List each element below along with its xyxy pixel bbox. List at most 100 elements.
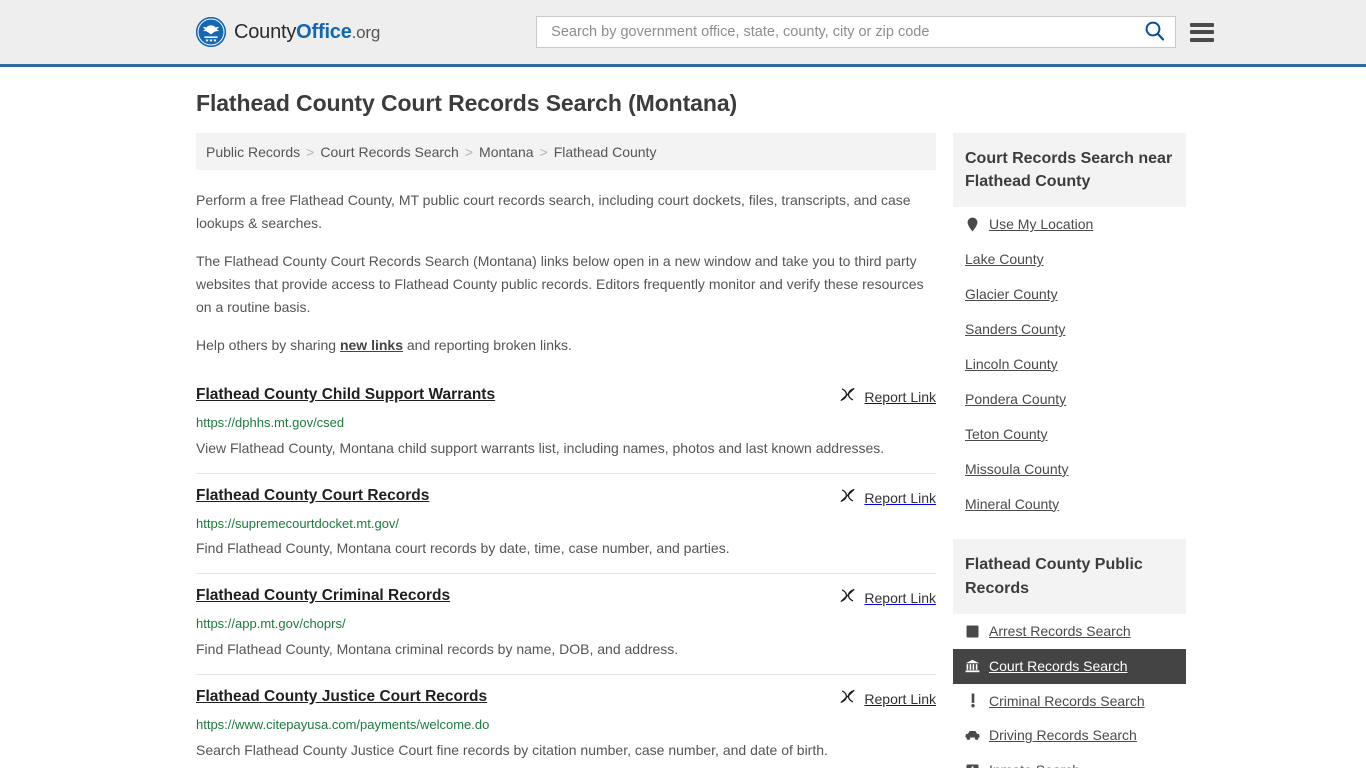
- sidebar-item-label: Teton County: [965, 425, 1048, 444]
- sidebar-item-label: Court Records Search: [989, 657, 1128, 676]
- result-url: https://app.mt.gov/choprs/: [196, 616, 936, 633]
- intro-paragraph-2: The Flathead County Court Records Search…: [196, 250, 936, 318]
- sidebar-item-use-my-location[interactable]: Use My Location: [953, 207, 1186, 242]
- report-link-button[interactable]: Report Link: [839, 586, 936, 609]
- list-item: Lake County: [953, 242, 1186, 277]
- list-item: Lincoln County: [953, 347, 1186, 382]
- breadcrumb-separator: >: [465, 144, 473, 160]
- list-item: Mineral County: [953, 487, 1186, 522]
- intro-paragraph-1: Perform a free Flathead County, MT publi…: [196, 189, 936, 234]
- result-title-link[interactable]: Flathead County Justice Court Records: [196, 687, 487, 706]
- share-text-before: Help others by sharing: [196, 337, 340, 353]
- result-header: Flathead County Court Records Report Lin…: [196, 486, 936, 509]
- sidebar-item-label: Driving Records Search: [989, 726, 1137, 745]
- breadcrumb-item-court-records-search[interactable]: Court Records Search: [320, 144, 459, 160]
- page-title: Flathead County Court Records Search (Mo…: [196, 90, 1170, 117]
- sidebar-item-lake-county[interactable]: Lake County: [953, 242, 1186, 277]
- new-links-link[interactable]: new links: [340, 337, 403, 353]
- sidebar-item-label: Criminal Records Search: [989, 692, 1145, 711]
- hamburger-menu-icon[interactable]: [1190, 23, 1214, 42]
- sidebar-item-arrest-records-search[interactable]: Arrest Records Search: [953, 614, 1186, 649]
- result-url: https://www.citepayusa.com/payments/welc…: [196, 717, 936, 734]
- breadcrumb-separator: >: [306, 144, 314, 160]
- breadcrumb-item-public-records[interactable]: Public Records: [206, 144, 300, 160]
- sidebar-item-inmate-search[interactable]: Inmate Search: [953, 753, 1186, 768]
- exclamation-icon: [965, 693, 980, 708]
- public-records-list: Arrest Records Search: [953, 614, 1186, 768]
- result-item: Flathead County Child Support Warrants R…: [196, 372, 936, 474]
- sidebar-item-pondera-county[interactable]: Pondera County: [953, 382, 1186, 417]
- list-item: Court Records Search: [953, 649, 1186, 684]
- page-container: Flathead County Court Records Search (Mo…: [0, 90, 1366, 768]
- broken-link-icon: [839, 487, 856, 509]
- nearby-card-heading: Court Records Search near Flathead Count…: [953, 133, 1186, 207]
- map-pin-icon: [965, 217, 980, 232]
- sidebar-item-label: Use My Location: [989, 215, 1093, 234]
- broken-link-icon: [839, 688, 856, 710]
- result-description: Search Flathead County Justice Court fin…: [196, 739, 936, 762]
- sidebar-item-glacier-county[interactable]: Glacier County: [953, 277, 1186, 312]
- share-text-after: and reporting broken links.: [403, 337, 572, 353]
- result-header: Flathead County Criminal Records Report …: [196, 586, 936, 609]
- sidebar-item-lincoln-county[interactable]: Lincoln County: [953, 347, 1186, 382]
- search-input[interactable]: [549, 23, 1142, 41]
- sidebar-item-missoula-county[interactable]: Missoula County: [953, 452, 1186, 487]
- search-button[interactable]: [1142, 20, 1167, 44]
- public-records-card: Flathead County Public Records Arrest Re…: [953, 539, 1186, 768]
- jail-icon: [965, 763, 980, 768]
- result-header: Flathead County Child Support Warrants R…: [196, 385, 936, 408]
- sidebar-item-label: Pondera County: [965, 390, 1066, 409]
- fingerprint-card-icon: [965, 624, 980, 639]
- sidebar-item-label: Arrest Records Search: [989, 622, 1131, 641]
- sidebar-item-criminal-records-search[interactable]: Criminal Records Search: [953, 684, 1186, 719]
- site-logo-text: CountyOffice.org: [234, 21, 380, 44]
- breadcrumb-item-montana[interactable]: Montana: [479, 144, 533, 160]
- search-icon: [1144, 20, 1165, 44]
- courthouse-icon: [965, 659, 980, 674]
- breadcrumb-separator: >: [540, 144, 548, 160]
- sidebar-item-sanders-county[interactable]: Sanders County: [953, 312, 1186, 347]
- list-item: Sanders County: [953, 312, 1186, 347]
- report-link-button[interactable]: Report Link: [839, 385, 936, 408]
- site-logo[interactable]: CountyOffice.org: [196, 17, 380, 47]
- sidebar-item-label: Glacier County: [965, 285, 1058, 304]
- list-item: Arrest Records Search: [953, 614, 1186, 649]
- breadcrumb-item-flathead-county[interactable]: Flathead County: [554, 144, 657, 160]
- search-box[interactable]: [536, 16, 1176, 48]
- broken-link-icon: [839, 587, 856, 609]
- result-description: Find Flathead County, Montana court reco…: [196, 537, 936, 560]
- result-title-link[interactable]: Flathead County Court Records: [196, 486, 429, 505]
- report-link-button[interactable]: Report Link: [839, 687, 936, 710]
- report-link-label: Report Link: [864, 490, 936, 506]
- result-description: View Flathead County, Montana child supp…: [196, 437, 936, 460]
- sidebar-item-driving-records-search[interactable]: Driving Records Search: [953, 718, 1186, 753]
- list-item: Criminal Records Search: [953, 684, 1186, 719]
- site-header: CountyOffice.org: [0, 0, 1366, 67]
- intro-text: Perform a free Flathead County, MT publi…: [196, 189, 936, 357]
- list-item: Missoula County: [953, 452, 1186, 487]
- report-link-button[interactable]: Report Link: [839, 486, 936, 509]
- report-link-label: Report Link: [864, 691, 936, 707]
- list-item: Driving Records Search: [953, 718, 1186, 753]
- nearby-county-list: Use My Location Lake County Glacier Coun…: [953, 207, 1186, 521]
- sidebar-item-label: Lake County: [965, 250, 1044, 269]
- sidebar-item-mineral-county[interactable]: Mineral County: [953, 487, 1186, 522]
- result-title-link[interactable]: Flathead County Child Support Warrants: [196, 385, 495, 404]
- content-columns: Public Records > Court Records Search > …: [196, 133, 1170, 768]
- result-description: Find Flathead County, Montana criminal r…: [196, 638, 936, 661]
- breadcrumb: Public Records > Court Records Search > …: [196, 133, 936, 170]
- header-search-area: [536, 16, 1214, 48]
- report-link-label: Report Link: [864, 590, 936, 606]
- sidebar-item-label: Lincoln County: [965, 355, 1058, 374]
- sidebar-item-teton-county[interactable]: Teton County: [953, 417, 1186, 452]
- list-item: Use My Location: [953, 207, 1186, 242]
- nearby-court-records-card: Court Records Search near Flathead Count…: [953, 133, 1186, 521]
- broken-link-icon: [839, 386, 856, 408]
- intro-paragraph-3: Help others by sharing new links and rep…: [196, 334, 936, 357]
- sidebar-item-label: Mineral County: [965, 495, 1059, 514]
- list-item: Teton County: [953, 417, 1186, 452]
- sidebar-item-court-records-search[interactable]: Court Records Search: [953, 649, 1186, 684]
- result-header: Flathead County Justice Court Records Re…: [196, 687, 936, 710]
- result-item: Flathead County Court Records Report Lin…: [196, 474, 936, 575]
- result-title-link[interactable]: Flathead County Criminal Records: [196, 586, 450, 605]
